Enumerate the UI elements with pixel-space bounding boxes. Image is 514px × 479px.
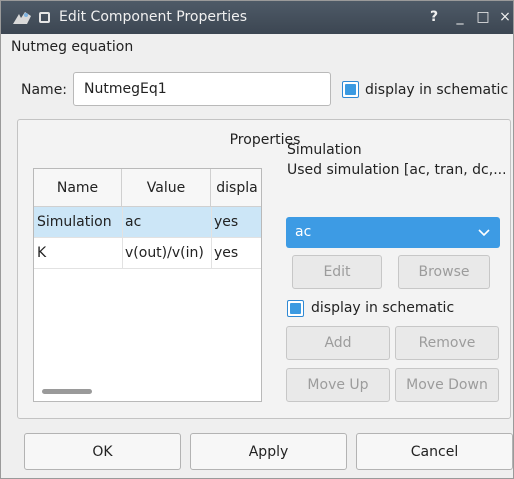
maximize-button[interactable]: □	[474, 8, 492, 26]
minimize-button[interactable]: _	[451, 8, 469, 26]
cell-name: K	[37, 245, 47, 261]
move-up-button[interactable]: Move Up	[286, 368, 390, 402]
name-input[interactable]	[73, 72, 331, 106]
simulation-select[interactable]: ac	[286, 217, 500, 248]
move-down-button[interactable]: Move Down	[395, 368, 499, 402]
edit-button[interactable]: Edit	[292, 255, 382, 289]
chevron-down-icon	[478, 229, 490, 237]
properties-table[interactable]: Name Value displa Simulation ac yes K v(…	[33, 168, 262, 402]
cancel-button[interactable]: Cancel	[356, 433, 513, 470]
name-label: Name:	[21, 82, 68, 98]
edit-component-dialog: Edit Component Properties ? _ □ × Nutmeg…	[0, 0, 514, 479]
close-button[interactable]: ×	[496, 8, 514, 26]
column-divider	[211, 207, 212, 269]
add-button[interactable]: Add	[286, 326, 390, 360]
cell-value: v(out)/v(in)	[125, 245, 204, 261]
help-button[interactable]: ?	[425, 8, 443, 26]
property-editor-title: Simulation	[287, 142, 362, 158]
simulation-select-value: ac	[295, 224, 312, 240]
property-display-label: display in schematic	[311, 300, 455, 316]
property-description: Used simulation [ac, tran, dc,....	[287, 162, 505, 178]
cell-display: yes	[214, 245, 239, 261]
property-display-checkbox[interactable]	[287, 300, 304, 317]
cell-value: ac	[125, 214, 142, 230]
properties-group-title: Properties	[229, 132, 301, 148]
title-bar[interactable]: Edit Component Properties ? _ □ ×	[1, 1, 513, 34]
column-header-value[interactable]: Value	[122, 169, 211, 207]
column-divider	[122, 207, 123, 269]
properties-group: Properties Name Value displa Simulation …	[17, 119, 511, 419]
display-in-schematic-label: display in schematic	[365, 82, 509, 98]
keep-above-icon[interactable]	[39, 12, 50, 23]
display-in-schematic-checkbox[interactable]	[342, 81, 359, 98]
table-row-simulation[interactable]: Simulation ac yes	[34, 207, 261, 238]
column-header-display[interactable]: displa	[211, 169, 261, 207]
browse-button[interactable]: Browse	[398, 255, 490, 289]
window-title: Edit Component Properties	[59, 9, 248, 25]
table-row-k[interactable]: K v(out)/v(in) yes	[34, 238, 261, 269]
component-title: Nutmeg equation	[11, 39, 134, 55]
app-icon	[13, 12, 31, 24]
remove-button[interactable]: Remove	[395, 326, 499, 360]
apply-button[interactable]: Apply	[190, 433, 347, 470]
column-header-name[interactable]: Name	[34, 169, 122, 207]
horizontal-scrollbar[interactable]	[42, 389, 92, 394]
cell-name: Simulation	[37, 214, 112, 230]
ok-button[interactable]: OK	[24, 433, 181, 470]
cell-display: yes	[214, 214, 239, 230]
